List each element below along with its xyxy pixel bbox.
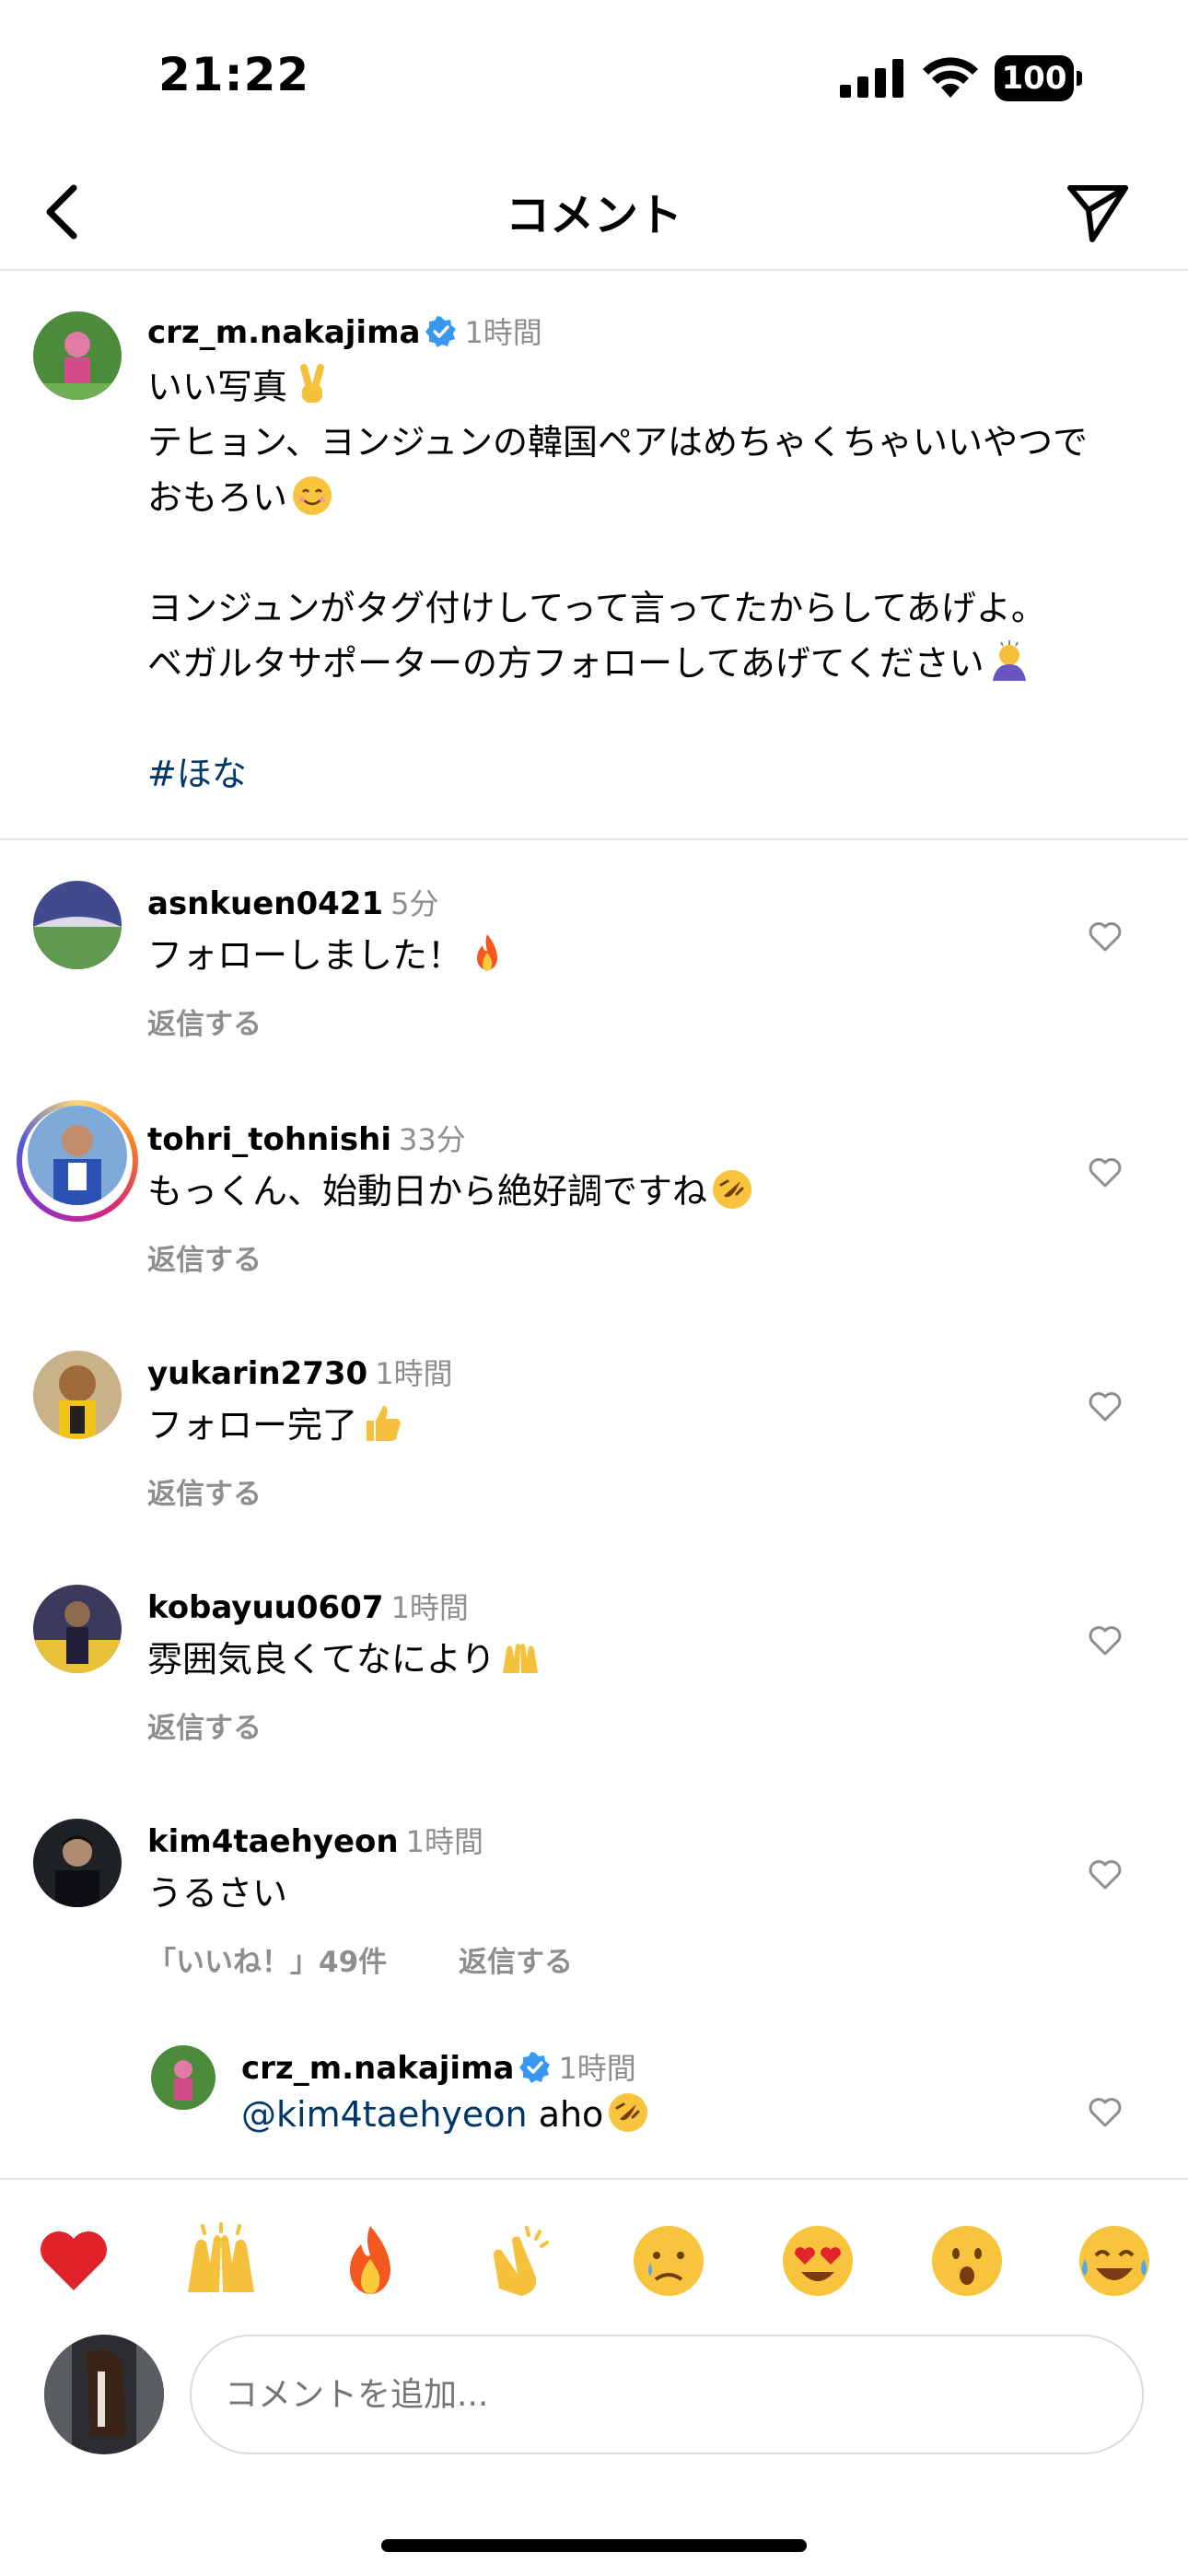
tears-of-joy-icon[interactable] <box>1076 2222 1153 2300</box>
reply-button[interactable]: 返信する <box>459 1938 573 1980</box>
username[interactable]: kim4taehyeon <box>147 1823 399 1860</box>
timestamp: 1時間 <box>375 1356 453 1391</box>
fire-icon <box>466 932 508 975</box>
mention-link[interactable]: @kim4taehyeon <box>241 2094 528 2135</box>
current-user-avatar <box>44 2335 164 2454</box>
comment-item: kobayuu0607 1時間 雰囲気良くてなにより 返信する <box>0 1585 1188 1806</box>
comment-input-row <box>0 2335 1188 2473</box>
wifi-icon <box>923 57 978 98</box>
reply-button[interactable]: 返信する <box>147 1470 262 1512</box>
nav-header: コメント <box>0 157 1188 271</box>
heart-icon[interactable] <box>1087 1153 1124 1190</box>
avatar[interactable] <box>33 1819 122 1907</box>
comment-input[interactable] <box>190 2335 1144 2454</box>
reply-button[interactable]: 返信する <box>147 1704 262 1746</box>
crying-face-icon[interactable] <box>630 2222 707 2300</box>
caption-line: おもろい <box>147 477 288 518</box>
caption-line: テヒョン、ヨンジュンの韓国ペアはめちゃくちゃいいやつで <box>147 422 1089 463</box>
timestamp: 33分 <box>399 1122 466 1157</box>
heart-icon[interactable] <box>1087 1622 1124 1658</box>
caption-line: ベガルタサポーターの方フォローしてあげてください <box>147 643 984 684</box>
caption-line: いい写真 <box>147 367 288 407</box>
quick-reaction-bar <box>0 2178 1188 2576</box>
heart-icon[interactable] <box>1087 1856 1124 1892</box>
thumbs-up-icon <box>361 1402 403 1445</box>
comment-item: tohri_tohnishi 33分 もっくん、始動日から絶好調ですね 返信する <box>0 1100 1188 1338</box>
status-time: 21:22 <box>158 48 310 101</box>
comment-text: 雰囲気良くてなにより <box>147 1639 496 1680</box>
reply-comment: crz_m.nakajima 1時間 @kim4taehyeon aho <box>0 2045 1188 2174</box>
fire-icon[interactable] <box>332 2222 409 2300</box>
timestamp: 1時間 <box>405 1824 483 1859</box>
caption-text: いい写真 テヒョン、ヨンジュンの韓国ペアはめちゃくちゃいいやつで おもろい ヨン… <box>147 359 1151 802</box>
avatar[interactable] <box>33 881 122 969</box>
timestamp: 1時間 <box>558 2051 636 2086</box>
page-title: コメント <box>505 190 682 241</box>
comment-text: フォロー完了 <box>147 1405 358 1446</box>
smiling-face-icon <box>291 474 333 517</box>
verified-badge-icon <box>519 2052 551 2083</box>
username[interactable]: crz_m.nakajima <box>147 314 420 351</box>
heart-eyes-icon[interactable] <box>779 2222 856 2300</box>
battery-icon: 100 <box>995 55 1083 101</box>
surprised-face-icon[interactable] <box>928 2222 1006 2300</box>
verified-badge-icon <box>425 316 457 347</box>
avatar[interactable] <box>33 1585 122 1673</box>
hashtag-link[interactable]: #ほな <box>147 746 1151 802</box>
caption-header: crz_m.nakajima 1時間 <box>147 310 542 352</box>
avatar[interactable] <box>33 1351 122 1439</box>
caption-line: ヨンジュンがタグ付けしてって言ってたからしてあげよ。 <box>147 588 1046 628</box>
avatar[interactable] <box>151 2045 215 2110</box>
share-send-icon[interactable] <box>1061 175 1135 249</box>
rolling-laughing-icon <box>711 1168 753 1211</box>
home-indicator <box>381 2539 807 2552</box>
bowing-person-icon <box>988 640 1031 683</box>
comment-item: kim4taehyeon 1時間 うるさい 「いいね！」49件 返信する <box>0 1819 1188 2040</box>
heart-icon[interactable] <box>1087 918 1124 954</box>
raised-hands-icon <box>499 1636 542 1679</box>
status-bar: 21:22 100 <box>0 0 1188 157</box>
timestamp: 1時間 <box>390 1590 469 1625</box>
likes-count[interactable]: 「いいね！」49件 <box>147 1938 387 1980</box>
reply-button[interactable]: 返信する <box>147 1236 262 1278</box>
comment-item: yukarin2730 1時間 フォロー完了 返信する <box>0 1351 1188 1572</box>
timestamp: 1時間 <box>464 315 542 350</box>
username[interactable]: tohri_tohnishi <box>147 1121 391 1158</box>
post-caption: crz_m.nakajima 1時間 いい写真 テヒョン、ヨンジュンの韓国ペアはめ… <box>0 273 1188 840</box>
reply-button[interactable]: 返信する <box>147 1001 262 1042</box>
clapping-hands-icon[interactable] <box>481 2222 558 2300</box>
cellular-signal-icon <box>840 59 903 98</box>
heart-icon[interactable] <box>1087 2093 1124 2130</box>
timestamp: 5分 <box>390 886 439 921</box>
username[interactable]: crz_m.nakajima <box>241 2050 514 2087</box>
victory-hand-icon <box>291 364 333 406</box>
comment-text: フォローしました！ <box>147 935 463 976</box>
comment-text: aho <box>527 2094 604 2135</box>
rolling-laughing-icon <box>607 2091 649 2134</box>
heart-icon[interactable] <box>1087 1388 1124 1424</box>
avatar[interactable] <box>33 311 122 400</box>
username[interactable]: yukarin2730 <box>147 1355 367 1392</box>
comment-text: うるさい <box>147 1873 288 1914</box>
username[interactable]: asnkuen0421 <box>147 885 383 922</box>
battery-level: 100 <box>995 55 1074 101</box>
avatar[interactable] <box>28 1106 127 1205</box>
comment-item: asnkuen0421 5分 フォローしました！ 返信する <box>0 881 1188 1102</box>
raised-hands-icon[interactable] <box>182 2222 260 2300</box>
username[interactable]: kobayuu0607 <box>147 1589 384 1626</box>
comment-text: もっくん、始動日から絶好調ですね <box>147 1171 708 1212</box>
red-heart-icon[interactable] <box>35 2222 112 2300</box>
